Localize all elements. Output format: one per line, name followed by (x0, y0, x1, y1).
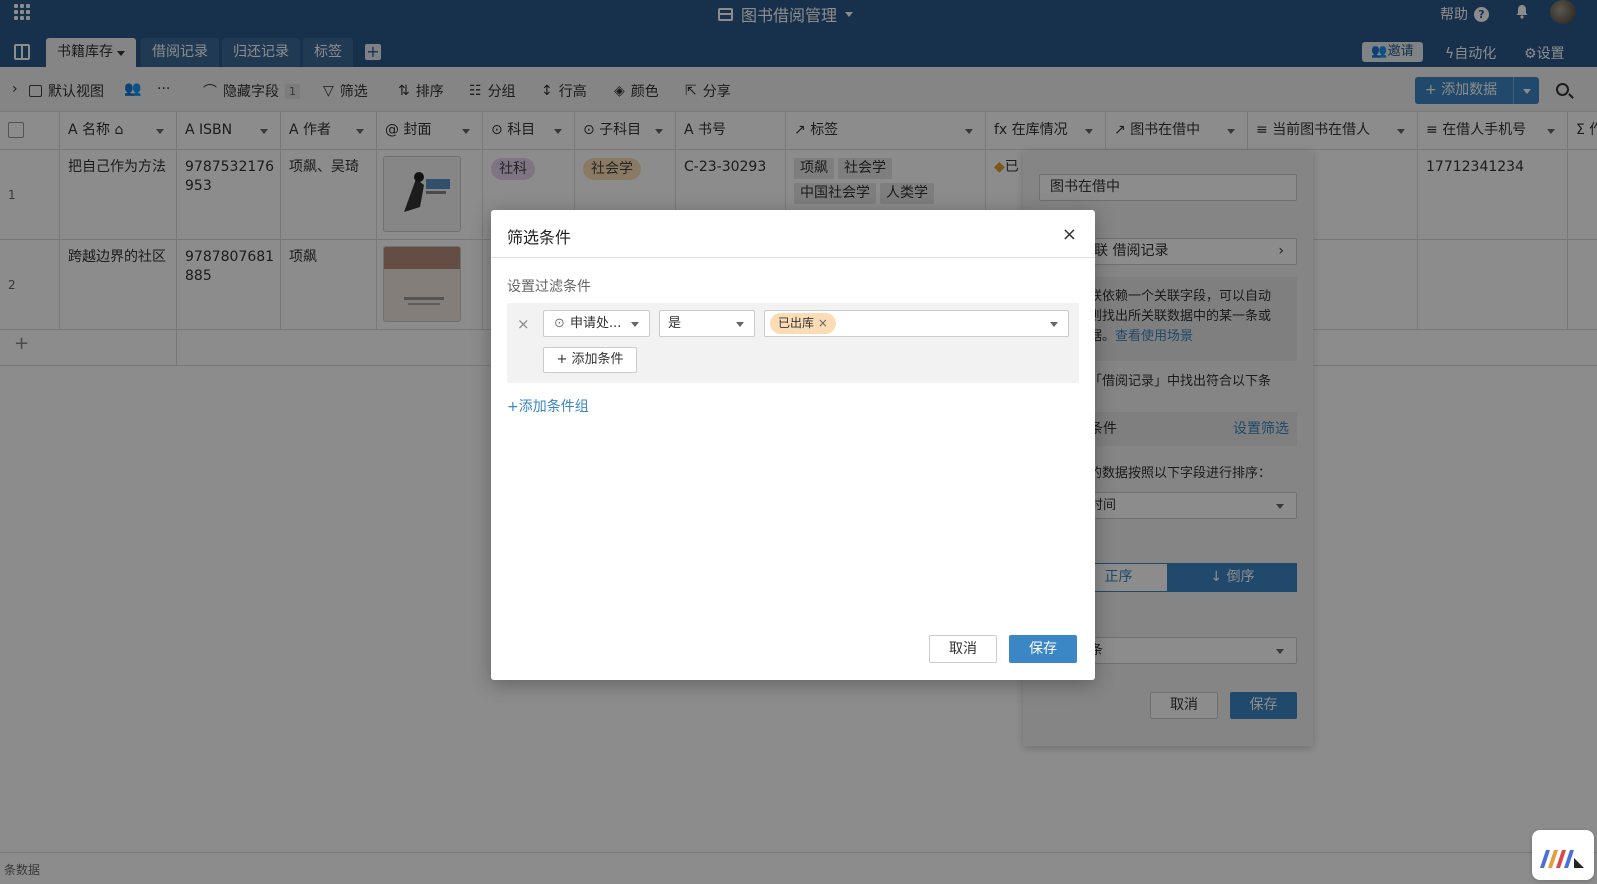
modal-cancel-button[interactable]: 取消 (929, 635, 997, 663)
value-tag-label: 已出库 (778, 316, 815, 330)
plus-icon: + (556, 352, 572, 367)
operator-select[interactable]: 是 (659, 310, 755, 337)
remove-condition-icon[interactable]: × (517, 315, 530, 333)
filter-modal: 筛选条件 × 设置过滤条件 × ⊙ 申请处... 是 已出库 × + 添加条件 +… (491, 210, 1095, 680)
single-select-icon: ⊙ (554, 316, 565, 331)
brand-logo[interactable] (1532, 830, 1594, 880)
add-condition-group-link[interactable]: +添加条件组 (507, 396, 589, 416)
chevron-down-icon (736, 322, 744, 327)
close-icon[interactable]: × (1062, 224, 1077, 245)
filter-sublabel: 设置过滤条件 (507, 279, 591, 295)
modal-save-button[interactable]: 保存 (1009, 635, 1077, 663)
value-select[interactable]: 已出库 × (764, 310, 1069, 337)
field-value: 申请处... (570, 316, 622, 331)
add-condition-button[interactable]: + 添加条件 (543, 347, 637, 373)
remove-tag-icon[interactable]: × (818, 316, 828, 330)
add-condition-label: 添加条件 (571, 352, 624, 367)
modal-title: 筛选条件 (507, 228, 572, 247)
operator-value: 是 (668, 316, 682, 331)
field-select[interactable]: ⊙ 申请处... (543, 310, 650, 337)
chevron-down-icon (631, 322, 639, 327)
add-group-label: 添加条件组 (518, 399, 589, 415)
value-tag: 已出库 × (770, 313, 836, 334)
condition-group: × ⊙ 申请处... 是 已出库 × + 添加条件 (507, 303, 1079, 383)
chevron-down-icon (1050, 322, 1058, 327)
divider (491, 257, 1095, 258)
logo-icon (1540, 850, 1584, 868)
plus-icon: + (507, 399, 519, 415)
